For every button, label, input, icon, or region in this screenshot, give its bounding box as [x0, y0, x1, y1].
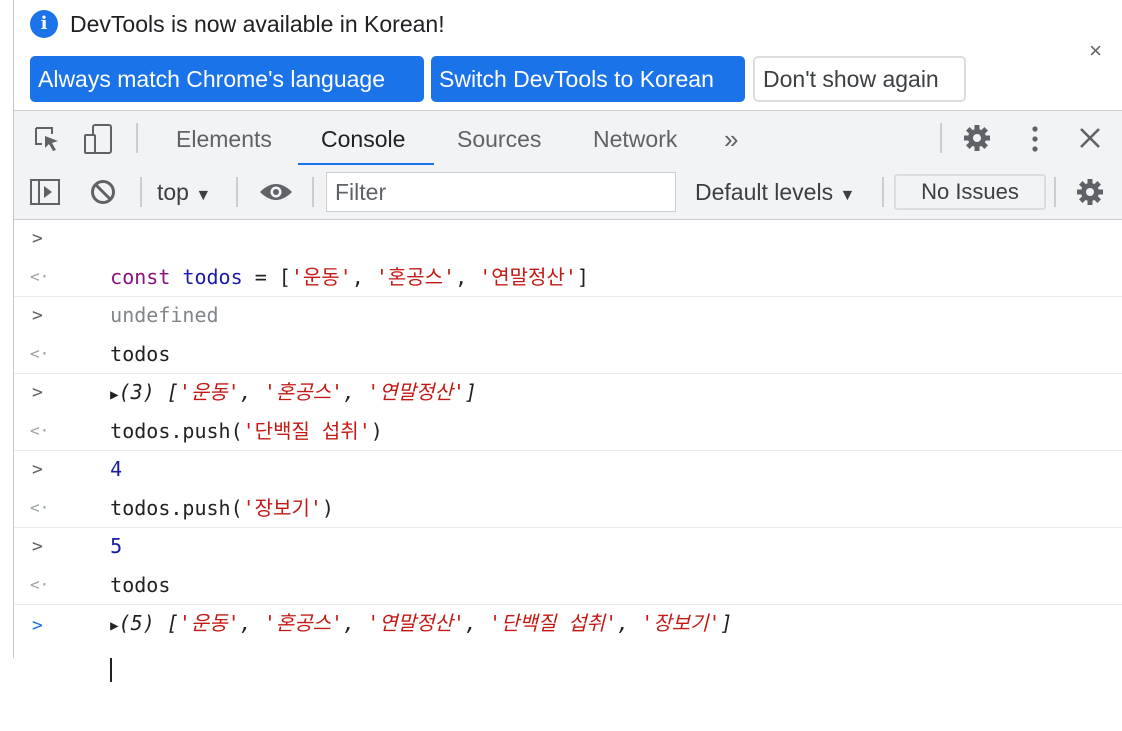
chevron-right-icon: > — [32, 459, 43, 480]
settings-gear-icon[interactable] — [962, 123, 992, 158]
infobar-message: DevTools is now available in Korean! — [70, 11, 445, 37]
separator — [140, 177, 142, 207]
console-toolbar: top ▼ Default levels ▼ No Issues — [14, 165, 1122, 220]
switch-to-korean-button[interactable]: Switch DevTools to Korean — [431, 56, 745, 102]
issues-button[interactable]: No Issues — [894, 174, 1046, 210]
device-toggle-icon[interactable] — [82, 122, 116, 161]
levels-label: Default levels — [695, 179, 834, 205]
result-arrow-icon: <· — [30, 267, 50, 286]
log-levels-dropdown[interactable]: Default levels ▼ — [695, 165, 855, 223]
tab-elements[interactable]: Elements — [176, 111, 272, 165]
sidebar-toggle-icon[interactable] — [30, 179, 60, 210]
console-result-line[interactable]: <· ▶(5) ['운동', '혼공스', '연말정산', '단백질 섭취', '… — [14, 566, 1122, 635]
eye-icon[interactable] — [259, 181, 293, 208]
more-tabs-chevron-icon[interactable]: » — [724, 111, 738, 165]
info-icon: i — [30, 10, 58, 38]
chevron-right-icon: > — [32, 228, 43, 249]
chevron-right-icon: > — [32, 382, 43, 403]
console-result-line: <· 4 — [14, 412, 1122, 481]
context-selector[interactable]: top ▼ — [157, 165, 211, 223]
separator — [882, 177, 884, 207]
close-devtools-icon[interactable] — [1078, 126, 1102, 155]
console-input-line: > todos.push('단백질 섭취') — [14, 374, 1122, 443]
console-input-line: > todos — [14, 528, 1122, 597]
inspect-icon[interactable] — [32, 124, 62, 159]
dropdown-arrow-icon: ▼ — [839, 187, 856, 204]
chevron-right-icon: > — [32, 536, 43, 557]
separator — [940, 123, 942, 153]
tab-sources[interactable]: Sources — [457, 111, 541, 165]
tab-console[interactable]: Console — [321, 111, 405, 165]
result-arrow-icon: <· — [30, 575, 50, 594]
tab-network[interactable]: Network — [593, 111, 677, 165]
separator — [1054, 177, 1056, 207]
kebab-menu-icon[interactable] — [1028, 124, 1042, 159]
always-match-language-button[interactable]: Always match Chrome's language — [30, 56, 424, 102]
dont-show-again-button[interactable]: Don't show again — [753, 56, 966, 102]
result-arrow-icon: <· — [30, 344, 50, 363]
infobar-close-icon[interactable]: × — [1089, 38, 1102, 64]
context-label: top — [157, 179, 189, 205]
console-input-line: > todos.push('장보기') — [14, 451, 1122, 520]
text-caret — [110, 657, 113, 682]
console-prompt[interactable]: > — [14, 605, 1122, 682]
prompt-chevron-icon: > — [32, 615, 43, 636]
separator — [312, 177, 314, 207]
console-output: > const todos = ['운동', '혼공스', '연말정산'] <· u… — [14, 220, 1122, 682]
filter-input[interactable] — [326, 172, 676, 212]
console-result-line: <· undefined — [14, 258, 1122, 327]
console-result-line[interactable]: <· ▶(3) ['운동', '혼공스', '연말정산'] — [14, 335, 1122, 404]
clear-console-icon[interactable] — [90, 179, 116, 210]
result-arrow-icon: <· — [30, 421, 50, 440]
console-result-line: <· 5 — [14, 489, 1122, 558]
console-input-line: > todos — [14, 297, 1122, 366]
console-settings-gear-icon[interactable] — [1075, 177, 1105, 212]
console-input-line: > const todos = ['운동', '혼공스', '연말정산'] — [14, 220, 1122, 289]
dropdown-arrow-icon: ▼ — [195, 187, 212, 204]
result-arrow-icon: <· — [30, 498, 50, 517]
devtools-tab-bar: Elements Console Sources Network » — [14, 110, 1122, 166]
language-infobar: i DevTools is now available in Korean! ×… — [14, 0, 1122, 110]
separator — [136, 123, 138, 153]
separator — [236, 177, 238, 207]
chevron-right-icon: > — [32, 305, 43, 326]
